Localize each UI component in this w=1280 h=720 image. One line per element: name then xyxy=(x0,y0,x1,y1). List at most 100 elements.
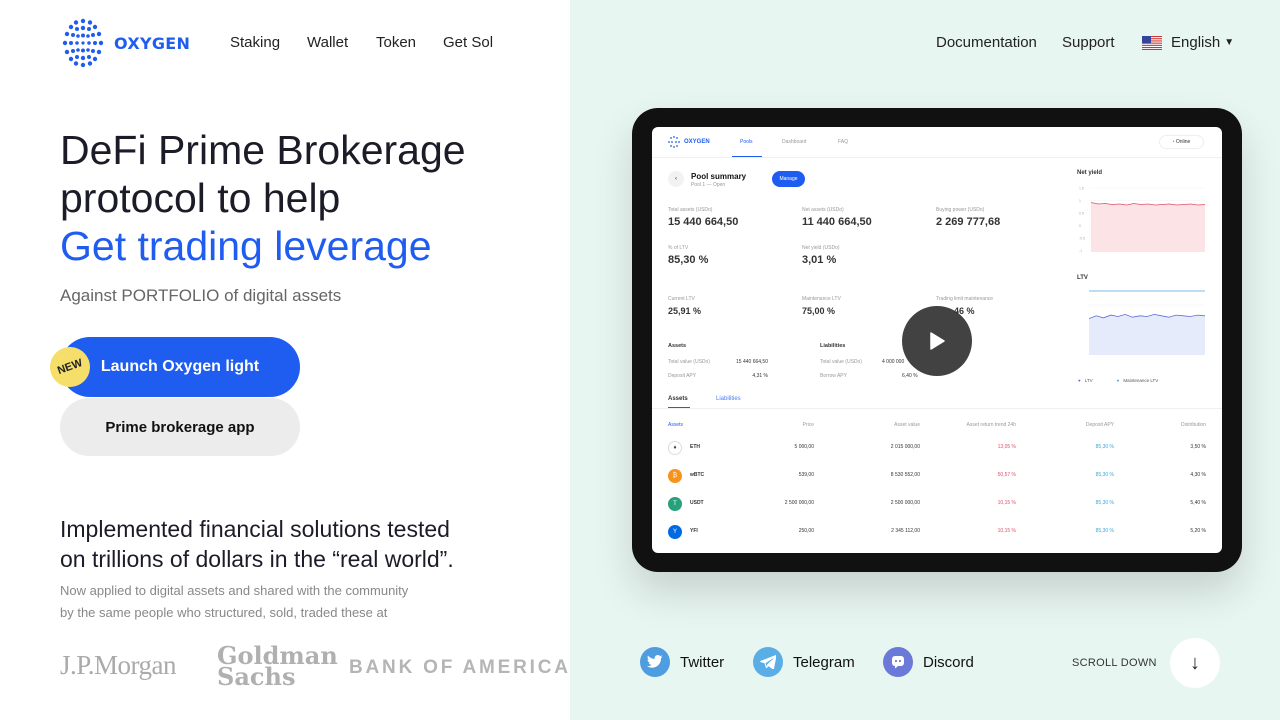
asset-name: USDT xyxy=(690,500,704,506)
table-tab-liabilities[interactable]: Liabilities xyxy=(716,396,741,402)
asset-name: ETH xyxy=(690,444,700,450)
asset-price: 539,00 xyxy=(798,472,814,478)
manage-button[interactable]: Manage xyxy=(772,171,805,187)
implemented-sub-1: Now applied to digital assets and shared… xyxy=(60,583,409,598)
stat-value: 3,01 % xyxy=(802,254,837,266)
tablet-header-divider xyxy=(652,157,1222,158)
nav-staking[interactable]: Staking xyxy=(230,34,280,51)
stat-value: 2 269 777,68 xyxy=(936,216,1001,228)
telegram-icon xyxy=(753,647,783,677)
discord-icon xyxy=(883,647,913,677)
tablet-tab-dashboard[interactable]: Dashboard xyxy=(782,139,806,145)
asset-price: 2 500 000,00 xyxy=(784,500,814,506)
asset-coin-icon: ₿ xyxy=(668,469,682,483)
stat-value: 11 440 664,50 xyxy=(802,216,872,228)
table-row[interactable]: ₿ wBTC 539,00 8 530 552,00 50,57 % 85,30… xyxy=(652,467,1222,487)
scroll-down-button[interactable]: ↓ xyxy=(1170,638,1220,688)
nav-support[interactable]: Support xyxy=(1062,34,1115,51)
table-col-return: Asset return trend 24h xyxy=(966,422,1016,428)
net-yield-tick: 0.5 xyxy=(1079,212,1084,216)
ltv-chart xyxy=(1088,290,1206,355)
asset-apy: 85,30 % xyxy=(1095,444,1114,450)
asset-change: 50,57 % xyxy=(997,472,1016,478)
net-yield-title: Net yield xyxy=(1077,170,1103,176)
twitter-link[interactable]: Twitter xyxy=(640,647,724,677)
jpmorgan-logo: J.P.Morgan xyxy=(60,650,177,680)
hero-line-3: Get trading leverage xyxy=(60,223,432,269)
launch-oxygen-light-button[interactable]: Launch Oxygen light xyxy=(60,337,300,397)
tablet-status-label: Online xyxy=(1175,139,1191,145)
asset-coin-icon: Y xyxy=(668,525,682,539)
ltv-legend: ● LTV ● Maintenance LTV xyxy=(1078,378,1158,383)
asset-apy: 85,30 % xyxy=(1095,528,1114,534)
net-yield-tick: -1 xyxy=(1079,249,1082,253)
table-col-distribution: Distribution xyxy=(1180,422,1206,428)
stat-value: 75,00 % xyxy=(802,306,836,316)
nav-get-sol[interactable]: Get Sol xyxy=(443,34,493,51)
language-selector[interactable]: English ▼ xyxy=(1142,34,1234,51)
asset-change: 10,15 % xyxy=(997,500,1016,506)
nav-documentation[interactable]: Documentation xyxy=(936,34,1037,51)
scroll-down-label: SCROLL DOWN xyxy=(1072,657,1157,669)
twitter-label: Twitter xyxy=(680,653,725,671)
table-tab-assets[interactable]: Assets xyxy=(668,396,688,402)
asset-name: YFI xyxy=(690,528,698,534)
play-icon xyxy=(930,332,945,350)
asset-value: 2 500 000,00 xyxy=(890,500,920,506)
tablet-logo: OXYGEN xyxy=(668,136,710,148)
asset-name: wBTC xyxy=(690,472,705,478)
asset-distribution: 5,20 % xyxy=(1190,528,1206,534)
asset-value: 2 015 000,00 xyxy=(890,444,920,450)
stat-label: Maintenance LTV xyxy=(802,296,841,302)
table-col-price: Price xyxy=(802,422,814,428)
telegram-link[interactable]: Telegram xyxy=(753,647,855,677)
net-yield-area xyxy=(1091,202,1205,252)
legend-maintenance: Maintenance LTV xyxy=(1123,378,1159,383)
prime-button-label: Prime brokerage app xyxy=(105,418,255,436)
stat-label: Current LTV xyxy=(668,296,695,302)
stat-value: 15 440 664,50 xyxy=(668,216,739,228)
implemented-heading: Implemented financial solutions tested o… xyxy=(60,514,454,574)
legend-dot-icon: ● xyxy=(1116,378,1120,383)
back-arrow-icon[interactable]: ‹ xyxy=(668,171,684,187)
discord-link[interactable]: Discord xyxy=(883,647,974,677)
assets-row-value: 4,31 % xyxy=(752,373,768,379)
language-label: English xyxy=(1171,34,1221,51)
hero-heading: DeFi Prime Brokerage protocol to help Ge… xyxy=(60,126,466,270)
bank-of-america-logo: BANK OF AMERICA xyxy=(349,657,571,678)
asset-distribution: 4,30 % xyxy=(1190,472,1206,478)
logo-icon xyxy=(62,18,104,68)
implemented-line-2: on trillions of dollars in the “real wor… xyxy=(60,546,454,572)
discord-label: Discord xyxy=(923,653,974,671)
nav-token[interactable]: Token xyxy=(376,34,416,51)
play-video-button[interactable] xyxy=(902,306,972,376)
asset-change: 13,05 % xyxy=(997,444,1016,450)
stat-value: 25,91 % xyxy=(668,306,702,316)
legend-ltv: LTV xyxy=(1084,378,1093,383)
tablet-tab-faq[interactable]: FAQ xyxy=(838,139,848,145)
us-flag-icon xyxy=(1142,35,1162,50)
liab-row-value: 6,40 % xyxy=(902,373,918,379)
launch-button-label: Launch Oxygen light xyxy=(100,358,260,375)
legend-dot-icon: ● xyxy=(1078,378,1081,383)
stat-label: Buying power (USDo) xyxy=(936,207,985,213)
assets-row-value: 15 440 664,50 xyxy=(736,359,768,365)
net-yield-tick: 1 xyxy=(1079,199,1081,203)
nav-wallet[interactable]: Wallet xyxy=(307,34,348,51)
table-row[interactable]: Y YFI 250,00 2 345 112,00 10,15 % 85,30 … xyxy=(652,523,1222,543)
table-row[interactable]: T USDT 2 500 000,00 2 500 000,00 10,15 %… xyxy=(652,495,1222,515)
asset-price: 250,00 xyxy=(798,528,814,534)
table-col-assets[interactable]: Assets xyxy=(668,422,683,428)
tablet-logo-icon xyxy=(668,136,680,148)
prime-brokerage-app-button[interactable]: Prime brokerage app xyxy=(60,398,300,456)
asset-distribution: 5,40 % xyxy=(1190,500,1206,506)
asset-apy: 85,30 % xyxy=(1095,500,1114,506)
tablet-status-select[interactable]: • Online xyxy=(1159,135,1204,149)
tablet-tab-pools[interactable]: Pools xyxy=(740,139,753,145)
logo[interactable]: OXYGEN xyxy=(60,18,190,68)
stat-value: 85,30 % xyxy=(668,254,709,266)
hero-line-2: protocol to help xyxy=(60,175,341,221)
asset-value: 2 345 112,00 xyxy=(891,528,920,534)
arrow-down-icon: ↓ xyxy=(1190,651,1200,674)
table-row[interactable]: ♦ ETH 5 000,00 2 015 000,00 13,05 % 85,3… xyxy=(652,439,1222,459)
